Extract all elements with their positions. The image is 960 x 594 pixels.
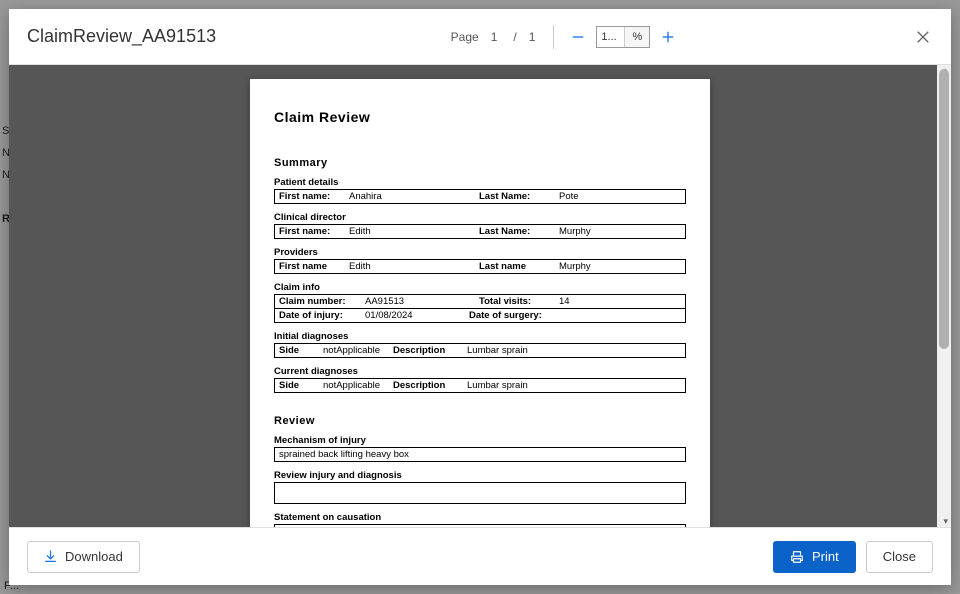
description-value: Lumbar sprain — [463, 344, 685, 357]
page-current: 1 — [491, 30, 498, 44]
total-visits-label: Total visits: — [475, 295, 555, 308]
first-name-label: First name — [275, 260, 345, 273]
page-separator: / — [513, 30, 516, 44]
header-controls: Page 1 / 1 1... % — [216, 25, 913, 49]
zoom-out-button[interactable] — [568, 27, 588, 47]
close-button[interactable] — [913, 27, 933, 47]
summary-heading: Summary — [274, 157, 686, 169]
download-label: Download — [65, 549, 123, 564]
current-diagnoses-heading: Current diagnoses — [274, 366, 686, 377]
rid-heading: Review injury and diagnosis — [274, 470, 686, 481]
providers-heading: Providers — [274, 247, 686, 258]
director-table: First name: Edith Last Name: Murphy — [274, 224, 686, 239]
side-label: Side — [275, 379, 319, 392]
side-value: notApplicable — [319, 344, 389, 357]
soc-heading: Statement on causation — [274, 512, 686, 523]
patient-details-heading: Patient details — [274, 177, 686, 188]
pdf-preview-modal: ClaimReview_AA91513 Page 1 / 1 1... % Cl… — [9, 9, 951, 585]
document-page: Claim Review Summary Patient details Fir… — [250, 79, 710, 527]
rid-value — [274, 482, 686, 504]
zoom-input-group[interactable]: 1... % — [596, 26, 650, 48]
page-total: 1 — [529, 30, 536, 44]
current-diagnoses-table: Side notApplicable Description Lumbar sp… — [274, 378, 686, 393]
separator — [553, 25, 554, 49]
last-name-value: Murphy — [555, 260, 685, 273]
first-name-value: Edith — [345, 260, 475, 273]
plus-icon — [661, 30, 675, 44]
close-button-footer[interactable]: Close — [866, 541, 933, 573]
last-name-label: Last Name: — [475, 225, 555, 238]
side-value: notApplicable — [319, 379, 389, 392]
print-label: Print — [812, 549, 839, 564]
side-label: Side — [275, 344, 319, 357]
modal-footer: Download Print Close — [9, 527, 951, 585]
last-name-label: Last Name: — [475, 190, 555, 203]
minus-icon — [571, 30, 585, 44]
last-name-value: Murphy — [555, 225, 685, 238]
first-name-label: First name: — [275, 225, 345, 238]
total-visits-value: 14 — [555, 295, 685, 308]
page-label: Page — [451, 30, 479, 44]
claim-number-label: Claim number: — [275, 295, 361, 308]
first-name-label: First name: — [275, 190, 345, 203]
moi-heading: Mechanism of injury — [274, 435, 686, 446]
soc-value — [274, 524, 686, 527]
zoom-unit: % — [625, 27, 649, 47]
last-name-value: Pote — [555, 190, 685, 203]
date-of-surgery-value — [565, 309, 685, 322]
patient-table: First name: Anahira Last Name: Pote — [274, 189, 686, 204]
initial-diagnoses-table: Side notApplicable Description Lumbar sp… — [274, 343, 686, 358]
print-button[interactable]: Print — [773, 541, 856, 573]
close-label: Close — [883, 549, 916, 564]
first-name-value: Edith — [345, 225, 475, 238]
clinical-director-heading: Clinical director — [274, 212, 686, 223]
date-of-injury-label: Date of injury: — [275, 309, 361, 322]
date-of-surgery-label: Date of surgery: — [465, 309, 565, 322]
claim-number-value: AA91513 — [361, 295, 475, 308]
initial-diagnoses-heading: Initial diagnoses — [274, 331, 686, 342]
moi-value: sprained back lifting heavy box — [274, 447, 686, 462]
close-icon — [916, 30, 930, 44]
download-button[interactable]: Download — [27, 541, 140, 573]
scroll-down-icon[interactable]: ▾ — [943, 516, 948, 527]
description-label: Description — [389, 379, 463, 392]
description-value: Lumbar sprain — [463, 379, 685, 392]
claim-table: Claim number: AA91513 Total visits: 14 D… — [274, 294, 686, 323]
document-viewer[interactable]: Claim Review Summary Patient details Fir… — [9, 65, 951, 527]
print-icon — [790, 550, 804, 564]
doc-heading: Claim Review — [274, 109, 686, 125]
providers-table: First name Edith Last name Murphy — [274, 259, 686, 274]
scrollbar[interactable]: ▴ ▾ — [937, 65, 951, 527]
description-label: Description — [389, 344, 463, 357]
claim-info-heading: Claim info — [274, 282, 686, 293]
modal-header: ClaimReview_AA91513 Page 1 / 1 1... % — [9, 9, 951, 65]
review-heading: Review — [274, 415, 686, 427]
download-icon — [44, 550, 57, 563]
zoom-in-button[interactable] — [658, 27, 678, 47]
date-of-injury-value: 01/08/2024 — [361, 309, 465, 322]
first-name-value: Anahira — [345, 190, 475, 203]
document-title: ClaimReview_AA91513 — [27, 26, 216, 47]
last-name-label: Last name — [475, 260, 555, 273]
scrollbar-thumb[interactable] — [939, 69, 949, 349]
zoom-value[interactable]: 1... — [597, 27, 625, 47]
